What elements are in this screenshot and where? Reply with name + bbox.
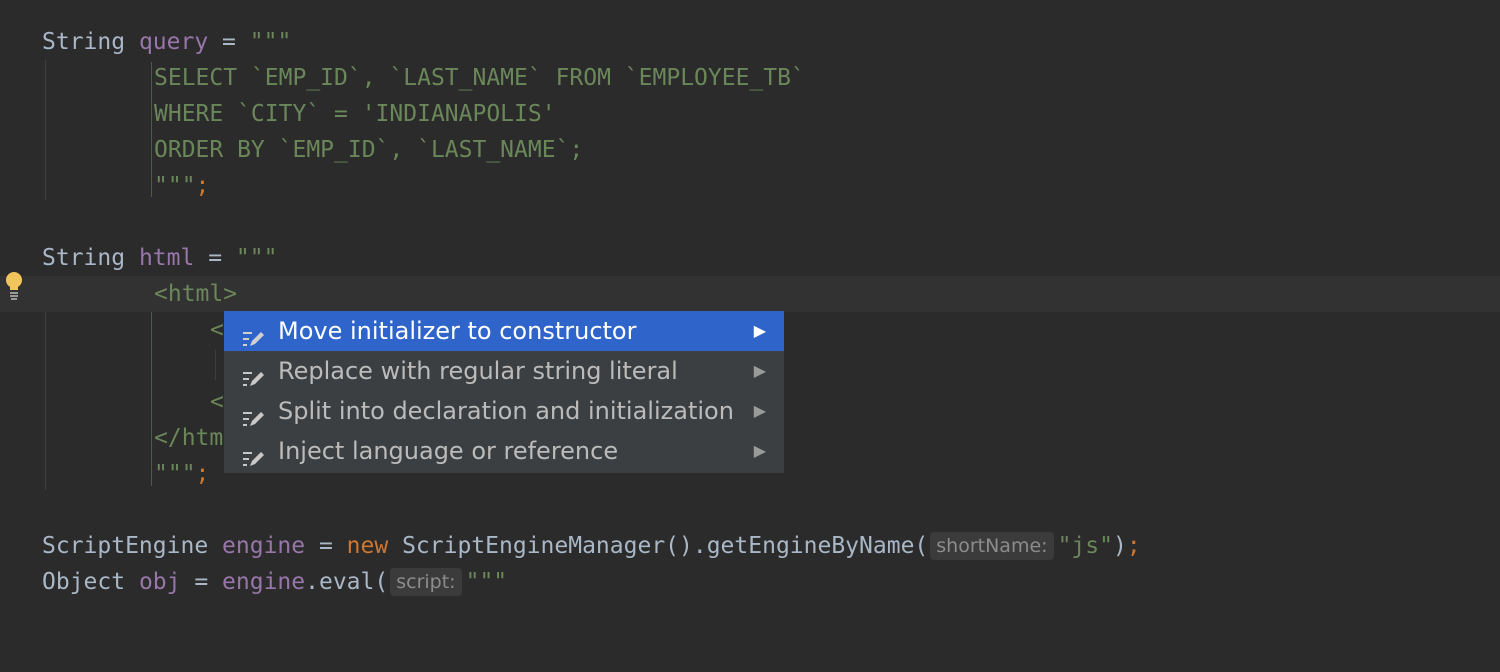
method-call-token: .eval( [305, 569, 389, 595]
type-token: ScriptEngine [42, 533, 209, 559]
pencil-lines-icon [242, 401, 266, 426]
semicolon-token: ; [1126, 533, 1141, 559]
string-delimiter: """ [154, 173, 196, 199]
popup-item-label: Move initializer to constructor [278, 317, 637, 345]
lightbulb-icon[interactable] [4, 270, 24, 302]
string-delimiter: """ [235, 245, 278, 271]
html-text: < [210, 317, 224, 343]
pencil-lines-icon [242, 321, 266, 346]
operator-token: = [208, 29, 250, 55]
variable-token: query [138, 29, 209, 55]
triangle-right-icon: ▶ [753, 361, 766, 380]
code-line: String html = """ [0, 240, 1500, 276]
variable-token: obj [138, 569, 181, 595]
code-line: """; [0, 168, 1500, 204]
operator-token: = [194, 245, 236, 271]
popup-item-move-initializer[interactable]: Move initializer to constructor ▶ [224, 311, 784, 351]
string-delimiter: """ [154, 461, 196, 487]
html-text: < [210, 389, 224, 415]
method-call-token: ScriptEngineManager().getEngineByName( [388, 533, 929, 559]
string-delimiter: """ [249, 29, 292, 55]
type-token: String [42, 29, 126, 55]
parameter-hint: script: [390, 568, 462, 596]
string-literal: "js" [1057, 533, 1113, 559]
code-line: String query = """ [0, 24, 1500, 60]
triangle-right-icon: ▶ [753, 401, 766, 420]
code-line-current: <html> [0, 276, 1500, 312]
parameter-hint: shortName: [930, 532, 1054, 560]
pencil-lines-icon [242, 361, 266, 386]
sql-text: WHERE `CITY` = 'INDIANAPOLIS' [154, 101, 556, 127]
type-token: String [42, 245, 126, 271]
variable-token: engine [222, 569, 306, 595]
intention-actions-popup: Move initializer to constructor ▶ Replac… [224, 311, 784, 473]
semicolon-token: ; [195, 461, 210, 487]
pencil-lines-icon [242, 441, 266, 466]
code-editor[interactable]: String query = """ SELECT `EMP_ID`, `LAS… [0, 0, 1500, 600]
code-line: SELECT `EMP_ID`, `LAST_NAME` FROM `EMPLO… [0, 60, 1500, 96]
semicolon-token: ; [195, 173, 210, 199]
popup-item-label: Inject language or reference [278, 437, 619, 465]
popup-item-split-declaration[interactable]: Split into declaration and initializatio… [224, 391, 784, 431]
sql-text: ORDER BY `EMP_ID`, `LAST_NAME`; [154, 137, 584, 163]
popup-item-replace-string-literal[interactable]: Replace with regular string literal ▶ [224, 351, 784, 391]
html-text: </htm [154, 425, 224, 451]
code-line: ORDER BY `EMP_ID`, `LAST_NAME`; [0, 132, 1500, 168]
variable-token: engine [222, 533, 306, 559]
type-token: Object [42, 569, 126, 595]
html-text: <html> [154, 281, 238, 307]
operator-token: = [305, 533, 347, 559]
variable-token: html [138, 245, 195, 271]
operator-token: = [180, 569, 223, 595]
code-line: WHERE `CITY` = 'INDIANAPOLIS' [0, 96, 1500, 132]
popup-item-inject-language[interactable]: Inject language or reference ▶ [224, 431, 784, 471]
code-line: ScriptEngine engine = new ScriptEngineMa… [0, 528, 1500, 564]
string-delimiter: """ [465, 569, 508, 595]
popup-item-label: Split into declaration and initializatio… [278, 397, 734, 425]
sql-text: SELECT `EMP_ID`, `LAST_NAME` FROM `EMPLO… [154, 65, 805, 91]
keyword-token: new [346, 533, 389, 559]
popup-item-label: Replace with regular string literal [278, 357, 678, 385]
code-line: Object obj = engine.eval(script: """ [0, 564, 1500, 600]
triangle-right-icon: ▶ [753, 441, 766, 460]
triangle-right-icon: ▶ [753, 321, 766, 340]
indent-guide [215, 350, 216, 380]
paren-token: ) [1112, 533, 1127, 559]
